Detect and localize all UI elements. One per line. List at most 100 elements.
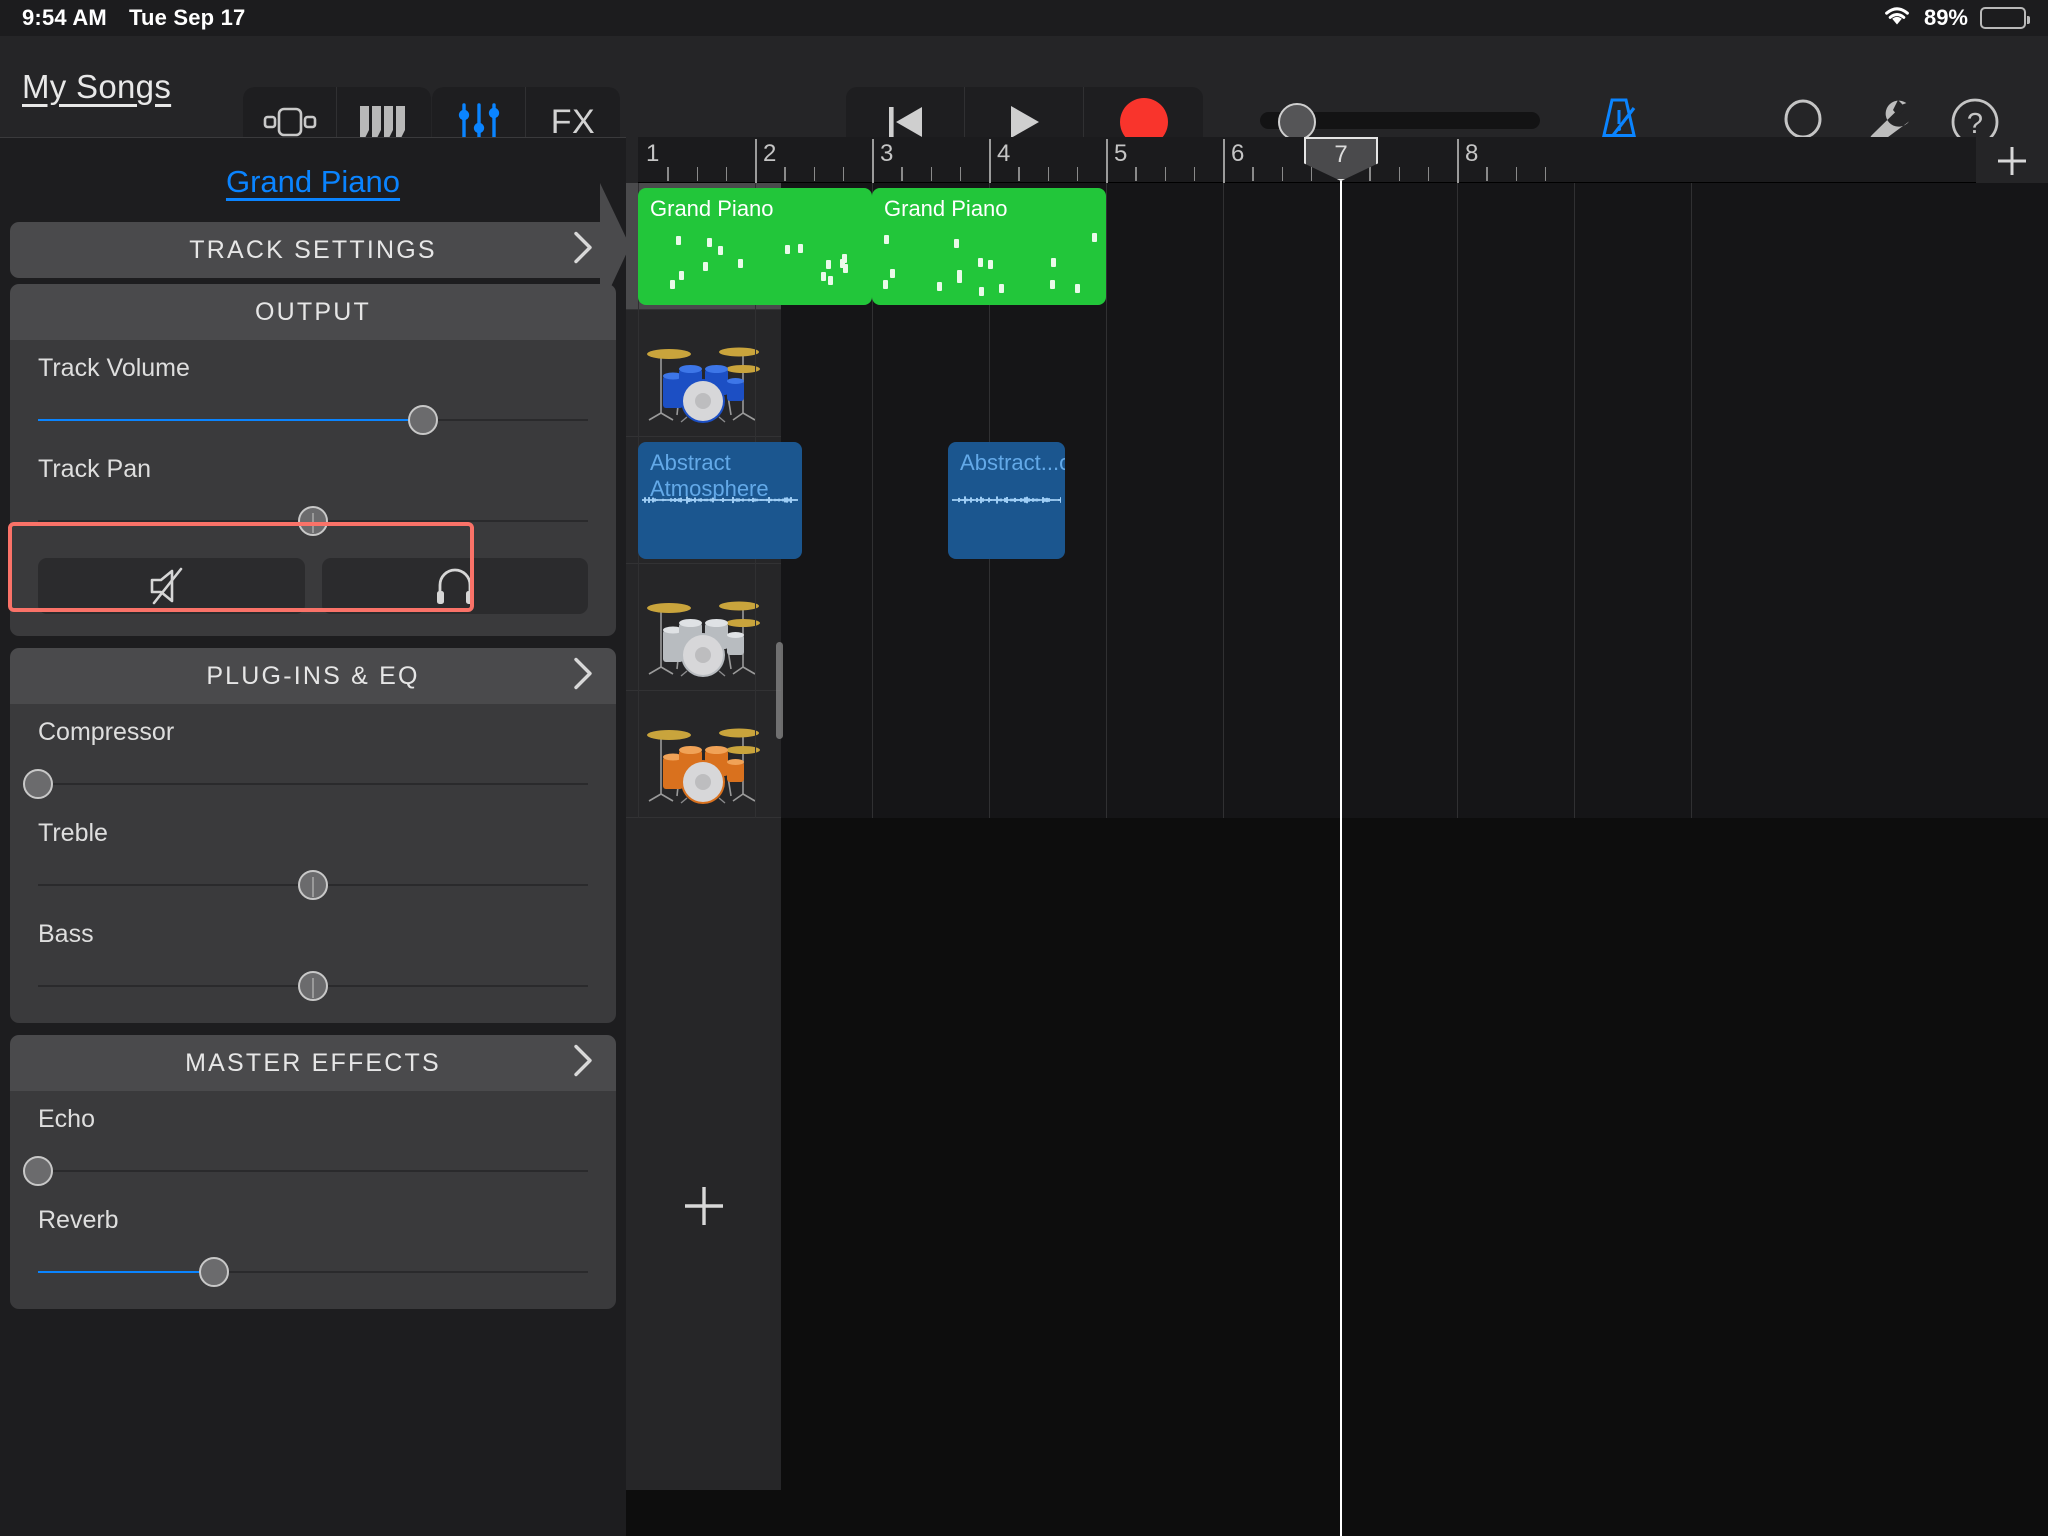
master-effects-group: MASTER EFFECTS Echo Reverb [10, 1035, 616, 1309]
track-row: Abstract Atmosphere Abstract...osphere [626, 437, 2048, 564]
bar-tick [872, 139, 874, 183]
solo-button[interactable] [321, 558, 588, 614]
chevron-right-icon [572, 231, 594, 270]
master-volume-slider[interactable] [1260, 103, 1540, 141]
reverb-label: Reverb [38, 1206, 119, 1234]
status-time: 9:54 AM [22, 5, 107, 30]
add-section-plus-icon[interactable] [1984, 141, 2040, 181]
output-header[interactable]: OUTPUT [10, 284, 616, 340]
midi-note [1092, 233, 1098, 243]
grid-line [1574, 183, 1575, 310]
plugins-eq-header[interactable]: PLUG-INS & EQ [10, 648, 616, 704]
midi-note [827, 276, 833, 286]
region-midi[interactable]: Grand Piano [638, 188, 872, 305]
master-volume-knob[interactable] [1278, 103, 1317, 141]
my-songs-button[interactable]: My Songs [22, 68, 171, 106]
region-midi[interactable]: Grand Piano [872, 188, 1106, 305]
track-lane[interactable] [638, 310, 2048, 437]
bar-tick [1106, 139, 1108, 183]
track-volume-knob[interactable] [408, 405, 438, 435]
grid-line [989, 691, 990, 818]
compressor-label: Compressor [38, 718, 175, 746]
panel-track-name[interactable]: Grand Piano [0, 138, 626, 222]
grid-line [1457, 437, 1458, 564]
midi-note [738, 259, 744, 269]
treble-knob[interactable] [298, 870, 328, 900]
reverb-knob[interactable] [199, 1257, 229, 1287]
master-effects-header[interactable]: MASTER EFFECTS [10, 1035, 616, 1091]
midi-note [999, 283, 1005, 293]
track-header-silver-drum-kit[interactable] [626, 564, 781, 691]
track-pan-slider[interactable] [38, 506, 588, 536]
track-volume-slider[interactable] [38, 405, 588, 435]
midi-note [785, 245, 791, 255]
midi-note [936, 281, 942, 291]
grid-line [989, 564, 990, 691]
slider-fill [38, 1271, 214, 1273]
silver-drum-kit-icon [646, 601, 760, 677]
grid-line [755, 310, 756, 437]
beat-tick [725, 167, 728, 181]
grid-line [1457, 564, 1458, 691]
bar-tick [1223, 139, 1225, 183]
grid-line [872, 437, 873, 564]
grid-line [1574, 437, 1575, 564]
garageband-app: 9:54 AM Tue Sep 17 89% My Songs FX ? Gra… [0, 0, 2048, 1536]
selected-track-indicator [600, 183, 630, 310]
bass-slider[interactable] [38, 971, 588, 1001]
beat-tick [1486, 167, 1488, 181]
grid-line [638, 564, 639, 691]
midi-note [889, 268, 895, 278]
track-row [626, 691, 2048, 818]
track-lane[interactable] [638, 564, 2048, 691]
compressor-knob[interactable] [23, 769, 53, 799]
bass-knob[interactable] [298, 971, 328, 1001]
echo-knob[interactable] [23, 1156, 53, 1186]
bar-number: 5 [1114, 140, 1128, 167]
track-pan-knob[interactable] [298, 506, 328, 536]
compressor-slider[interactable] [23, 769, 588, 799]
midi-note [1051, 258, 1057, 268]
track-lane[interactable]: Abstract Atmosphere Abstract...osphere [638, 437, 2048, 564]
region-audio[interactable]: Abstract Atmosphere [638, 442, 802, 559]
treble-control: Treble [10, 805, 616, 906]
grid-line [638, 310, 639, 437]
beat-tick [1427, 167, 1430, 181]
reverb-slider[interactable] [38, 1257, 588, 1287]
region-label: Grand Piano [884, 196, 1008, 221]
vertical-scrollbar[interactable] [776, 642, 783, 739]
empty-track-area [626, 818, 2048, 1490]
midi-note [883, 234, 889, 244]
grid-line [1106, 437, 1107, 564]
track-header-blue-drum-kit[interactable] [626, 310, 781, 437]
grid-line [1691, 437, 1692, 564]
track-lane[interactable] [638, 691, 2048, 818]
bar-number: 2 [763, 140, 777, 167]
beat-tick [1076, 167, 1079, 181]
beat-tick [1544, 167, 1547, 181]
grid-line [1223, 437, 1224, 564]
track-header-orange-drum-kit[interactable] [626, 691, 781, 818]
beat-tick [1193, 167, 1196, 181]
treble-label: Treble [38, 819, 108, 847]
blue-drum-kit-icon [646, 347, 760, 423]
slider-track [38, 1170, 588, 1172]
master-effects-controls: Echo Reverb [10, 1091, 616, 1309]
region-audio[interactable]: Abstract...osphere [948, 442, 1066, 559]
track-lane[interactable]: Grand Piano Grand Piano [638, 183, 2048, 310]
add-track-plus-icon[interactable] [676, 1178, 732, 1234]
track-settings-button[interactable]: TRACK SETTINGS [10, 222, 616, 278]
midi-note [987, 259, 993, 269]
bar-tick [989, 139, 991, 183]
solo-headphones-icon [436, 568, 473, 604]
compressor-control: Compressor [10, 704, 616, 805]
playhead[interactable]: 7 [1304, 137, 1378, 1536]
grid-line [755, 564, 756, 691]
beat-tick [696, 167, 698, 181]
treble-slider[interactable] [38, 870, 588, 900]
echo-slider[interactable] [23, 1156, 588, 1186]
mute-button[interactable] [38, 558, 305, 614]
bar-number: 1 [646, 140, 660, 167]
midi-note [707, 237, 713, 247]
grid-line [1574, 564, 1575, 691]
